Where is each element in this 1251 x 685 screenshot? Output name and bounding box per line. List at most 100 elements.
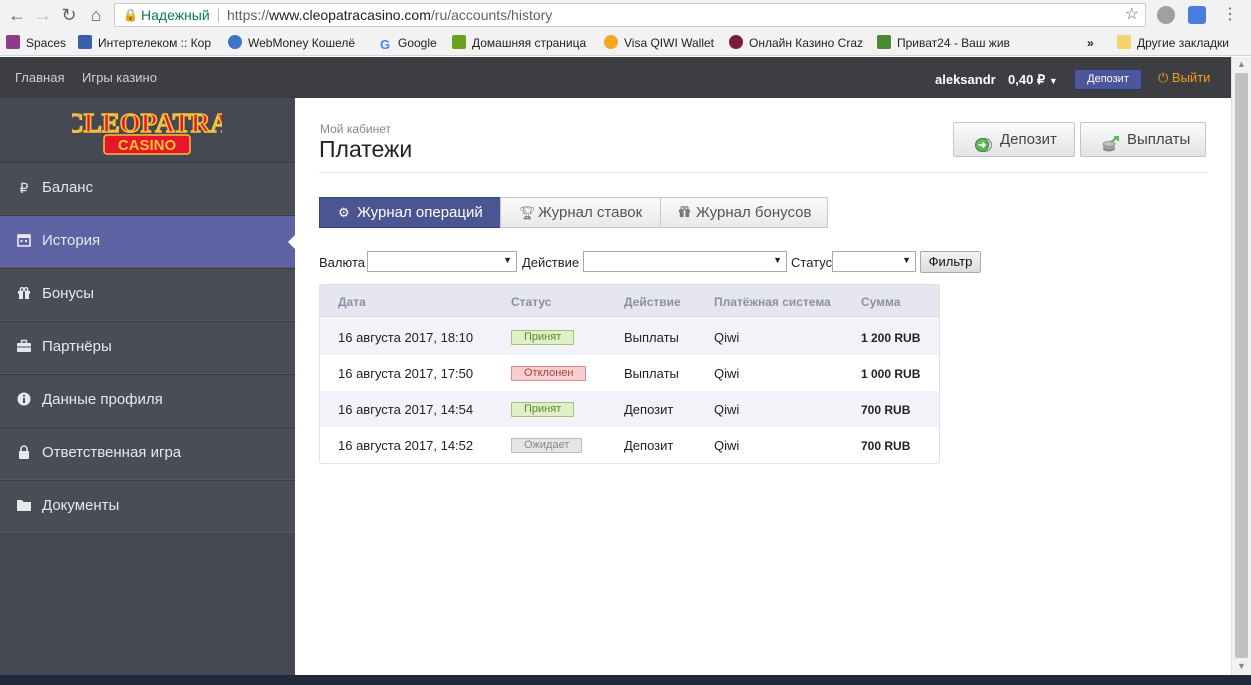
sidebar: CLEOPATRA CASINO ₽ Баланс История Бонусы… — [0, 98, 296, 675]
divider — [218, 8, 219, 22]
bookmark-home[interactable]: Домашняя страница — [452, 35, 592, 52]
lock-icon — [16, 445, 32, 461]
logout-link[interactable]: ⏻ Выйти — [1158, 70, 1210, 86]
balance-dropdown[interactable]: 0,40 ₽ ▼ — [1008, 72, 1058, 88]
payout-icon — [1101, 132, 1119, 152]
nav-home-link[interactable]: Главная — [15, 70, 64, 85]
row-action: Депозит — [624, 402, 674, 417]
bookmark-qiwi[interactable]: Visa QIWI Wallet — [604, 35, 720, 52]
scroll-down-icon[interactable]: ▼ — [1237, 661, 1246, 671]
cleopatra-casino-logo[interactable]: CLEOPATRA CASINO — [72, 102, 222, 158]
bookmark-spaces[interactable]: Spaces — [6, 35, 70, 52]
deposit-icon — [974, 132, 992, 152]
status-select[interactable]: ▼ — [832, 251, 916, 272]
sidebar-item-responsible-gaming[interactable]: Ответственная игра — [0, 427, 295, 480]
page-scrollbar[interactable]: ▲ ▼ — [1231, 57, 1251, 675]
os-taskbar — [0, 675, 1251, 685]
browser-toolbar: ← → ↻ ⌂ 🔒 Надежный https://www.cleopatra… — [0, 0, 1251, 31]
calendar-icon — [16, 233, 32, 249]
filter-button[interactable]: Фильтр — [920, 251, 981, 273]
row-amount: 700 RUB — [861, 439, 911, 453]
column-date[interactable]: Дата — [338, 295, 366, 309]
url-text: https://www.cleopatracasino.com/ru/accou… — [227, 7, 553, 23]
reload-icon[interactable]: ↻ — [58, 4, 80, 26]
sidebar-item-label: История — [42, 232, 101, 249]
table-header: Дата Статус Действие Платёжная система С… — [320, 285, 939, 318]
divider — [319, 172, 1207, 173]
bookmark-favicon — [78, 35, 92, 49]
gift-icon — [678, 198, 691, 227]
column-status[interactable]: Статус — [511, 295, 551, 309]
back-icon[interactable]: ← — [6, 4, 28, 26]
bookmark-favicon — [729, 35, 743, 49]
table-row: 16 августа 2017, 18:10 Принят Выплаты Qi… — [320, 319, 939, 355]
main-content: Мой кабинет Платежи Депозит Выплаты ⚙ Жу… — [295, 98, 1231, 675]
extension-globe-icon[interactable] — [1157, 6, 1175, 24]
bookmark-star-icon[interactable]: ☆ — [1125, 4, 1139, 26]
currency-label: Валюта — [319, 255, 365, 270]
sidebar-item-profile[interactable]: Данные профиля — [0, 374, 295, 427]
logo-text-top: CLEOPATRA — [72, 108, 222, 138]
currency-select[interactable]: ▼ — [367, 251, 517, 272]
lock-icon: 🔒 — [123, 8, 138, 22]
other-bookmarks[interactable]: Другие закладки — [1117, 35, 1247, 52]
translate-icon[interactable] — [1188, 6, 1206, 24]
tab-operations-log[interactable]: ⚙ Журнал операций — [319, 197, 501, 228]
nav-games-link[interactable]: Игры казино — [82, 70, 157, 85]
payout-button[interactable]: Выплаты — [1080, 122, 1206, 157]
header-deposit-button[interactable]: Депозит — [1074, 69, 1142, 90]
deposit-button[interactable]: Депозит — [953, 122, 1075, 157]
column-payment-system[interactable]: Платёжная система — [714, 295, 831, 309]
scrollbar-thumb[interactable] — [1235, 73, 1248, 658]
action-select[interactable]: ▼ — [583, 251, 787, 272]
sidebar-item-documents[interactable]: Документы — [0, 480, 295, 533]
row-payment-system: Qiwi — [714, 330, 740, 345]
bookmark-casino[interactable]: Онлайн Казино Craz — [729, 35, 866, 52]
scroll-up-icon[interactable]: ▲ — [1237, 59, 1246, 69]
trophy-icon: 🏆︎ — [519, 205, 536, 220]
tab-bonuses-log[interactable]: Журнал бонусов — [660, 197, 828, 228]
table-row: 16 августа 2017, 14:54 Принят Депозит Qi… — [320, 391, 939, 427]
status-badge: Ожидает — [511, 438, 583, 453]
bookmark-webmoney[interactable]: WebMoney Кошелё — [228, 35, 366, 52]
dropdown-arrow-icon: ▼ — [503, 255, 512, 265]
info-icon — [16, 392, 32, 408]
bookmark-privat24[interactable]: Приват24 - Ваш жив — [877, 35, 1017, 52]
address-bar[interactable]: 🔒 Надежный https://www.cleopatracasino.c… — [114, 3, 1146, 27]
sidebar-item-balance[interactable]: ₽ Баланс — [0, 162, 295, 215]
bookmarks-bar: Spaces Интертелеком :: Кор WebMoney Коше… — [0, 31, 1251, 56]
google-icon: G — [380, 37, 391, 52]
power-icon: ⏻ — [1158, 70, 1169, 85]
sidebar-item-history[interactable]: История — [0, 215, 296, 268]
folder-icon — [1117, 35, 1131, 49]
status-badge: Принят — [511, 402, 575, 417]
caret-down-icon: ▼ — [1048, 76, 1058, 86]
bookmark-favicon — [877, 35, 891, 49]
username[interactable]: aleksandr — [935, 72, 996, 87]
sidebar-item-label: Баланс — [42, 179, 94, 196]
row-date: 16 августа 2017, 14:52 — [338, 438, 474, 453]
bookmark-intertelecom[interactable]: Интертелеком :: Кор — [78, 35, 216, 52]
sidebar-item-label: Данные профиля — [42, 391, 163, 408]
page-subtitle: Мой кабинет — [320, 122, 392, 136]
status-label: Статус — [791, 255, 833, 270]
bookmark-favicon — [604, 35, 618, 49]
table-row: 16 августа 2017, 14:52 Ожидает Депозит Q… — [320, 427, 939, 463]
bookmarks-more[interactable]: » — [1087, 35, 1101, 52]
table-row: 16 августа 2017, 17:50 Отклонен Выплаты … — [320, 355, 939, 391]
sidebar-item-partners[interactable]: Партнёры — [0, 321, 295, 374]
sidebar-item-label: Бонусы — [42, 285, 95, 302]
row-amount: 700 RUB — [861, 403, 911, 417]
forward-icon[interactable]: → — [32, 4, 54, 26]
bookmark-favicon — [6, 35, 20, 49]
sidebar-item-bonuses[interactable]: Бонусы — [0, 268, 295, 321]
home-icon[interactable]: ⌂ — [85, 4, 107, 26]
tab-bets-log[interactable]: 🏆︎ Журнал ставок — [500, 197, 661, 228]
browser-menu-icon[interactable]: ⋮ — [1222, 3, 1238, 27]
column-action[interactable]: Действие — [624, 295, 681, 309]
column-amount[interactable]: Сумма — [861, 295, 900, 309]
payments-table: Дата Статус Действие Платёжная система С… — [319, 284, 940, 464]
bookmark-google[interactable]: G Google — [380, 35, 444, 52]
sidebar-item-label: Ответственная игра — [42, 444, 182, 461]
row-date: 16 августа 2017, 14:54 — [338, 402, 474, 417]
